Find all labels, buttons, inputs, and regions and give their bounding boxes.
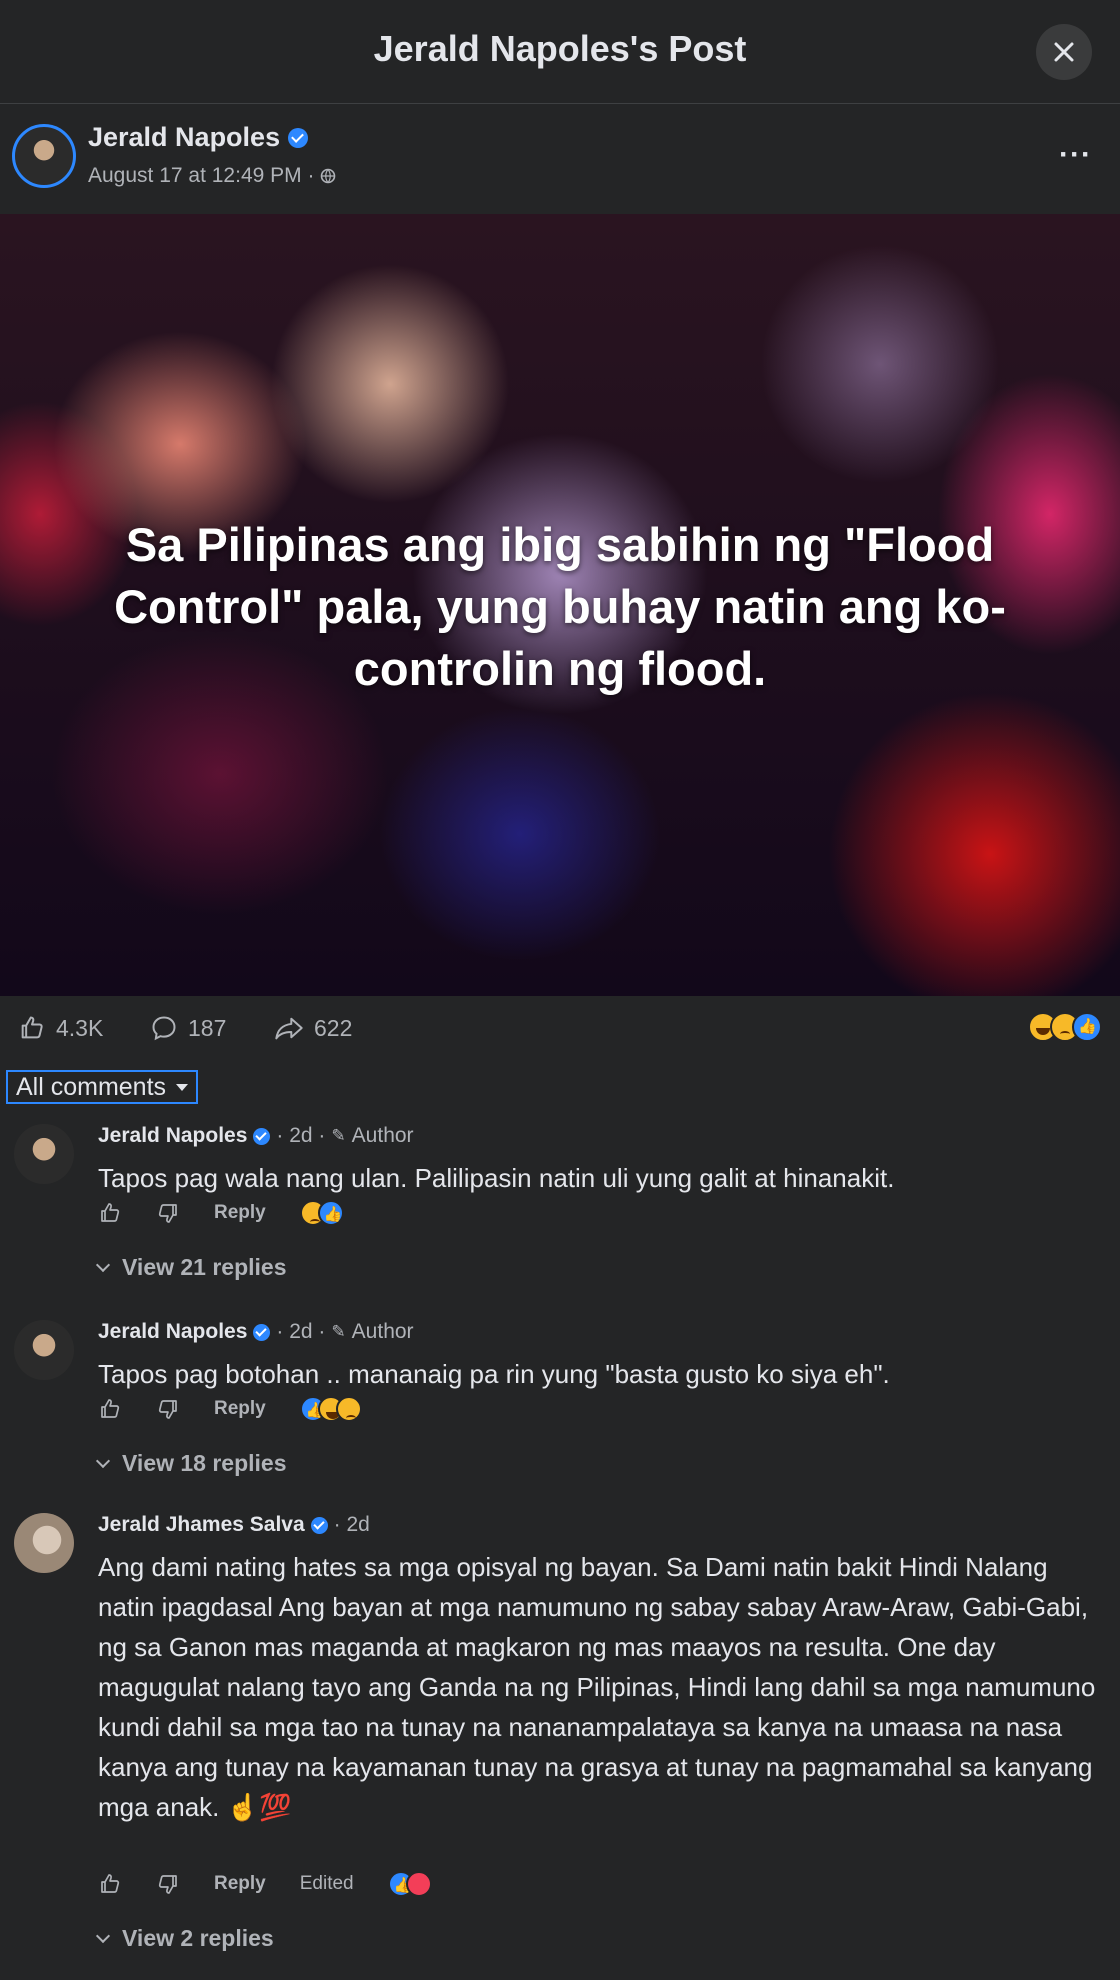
comment-actions: Reply (98, 1200, 378, 1226)
post-timestamp[interactable]: August 17 at 12:49 PM · (88, 164, 314, 188)
comment-filter-label: All comments (16, 1072, 167, 1101)
comment-header: Jerald Napoles · 2d · ✎ Author (98, 1124, 414, 1148)
comment-icon (152, 1016, 176, 1041)
verified-badge-icon (253, 1127, 271, 1145)
view-replies-label: View 18 replies (122, 1450, 287, 1476)
like-icon (101, 1874, 120, 1893)
comment-avatar[interactable] (14, 1320, 74, 1380)
comment-dislike-button[interactable] (156, 1201, 180, 1225)
post-modal: Jerald Napoles's Post Jerald Napoles Aug… (0, 0, 1120, 1980)
commenter-name[interactable]: Jerald Napoles (98, 1124, 247, 1148)
dislike-icon (158, 1204, 177, 1223)
author-badge: Author (351, 1320, 414, 1343)
comment-like-button[interactable] (98, 1201, 122, 1225)
reply-button[interactable]: Reply (214, 1398, 266, 1420)
comment-count-button[interactable]: 187 (150, 1014, 226, 1042)
view-replies-label: View 2 replies (122, 1925, 274, 1951)
share-count-button[interactable]: 622 (274, 1014, 352, 1042)
comment-header: Jerald Jhames Salva · 2d (98, 1513, 370, 1537)
share-count: 622 (314, 1014, 353, 1041)
comment-header: Jerald Napoles · 2d · ✎ Author (98, 1320, 414, 1344)
commenter-name[interactable]: Jerald Napoles (98, 1320, 247, 1344)
care-reaction-icon (405, 1871, 432, 1897)
author-avatar[interactable] (12, 124, 76, 188)
page-title: Jerald Napoles's Post (373, 28, 747, 69)
view-replies-label: View 21 replies (122, 1254, 287, 1280)
commenter-name[interactable]: Jerald Jhames Salva (98, 1513, 305, 1537)
sad-reaction-icon (335, 1396, 362, 1422)
view-replies-button[interactable]: View 21 replies (95, 1254, 287, 1281)
comment-time[interactable]: · 2d (334, 1513, 370, 1537)
post-header: Jerald Napoles August 17 at 12:49 PM · ·… (0, 104, 1120, 214)
verified-badge-icon (253, 1323, 271, 1341)
reaction-summary[interactable] (1028, 1012, 1102, 1042)
chevron-down-icon (95, 1453, 111, 1468)
like-icon (101, 1399, 120, 1418)
like-count: 4.3K (56, 1014, 104, 1041)
comment-item: Jerald Jhames Salva · 2d Ang dami nating… (0, 1513, 1120, 1973)
author-name[interactable]: Jerald Napoles (88, 122, 280, 153)
modal-header: Jerald Napoles's Post (0, 0, 1120, 104)
comment-text: Tapos pag wala nang ulan. Palilipasin na… (98, 1163, 895, 1193)
comment-text: Tapos pag botohan .. mananaig pa rin yun… (98, 1359, 890, 1389)
dislike-icon (158, 1400, 177, 1419)
edited-label[interactable]: Edited (300, 1873, 354, 1895)
comment-reactions[interactable] (387, 1871, 432, 1897)
dislike-icon (158, 1875, 177, 1894)
verified-badge-icon (288, 127, 309, 148)
chevron-down-icon (95, 1928, 111, 1943)
comment-avatar[interactable] (14, 1124, 74, 1184)
comment-time[interactable]: · 2d · (276, 1124, 325, 1148)
comment-reactions[interactable] (299, 1200, 344, 1226)
comment-filter-dropdown[interactable]: All comments (6, 1070, 199, 1104)
post-image-text: Sa Pilipinas ang ibig sabihin ng "Flood … (114, 518, 1006, 696)
like-count-button[interactable]: 4.3K (18, 1014, 103, 1042)
comment-reactions[interactable] (299, 1396, 362, 1422)
verified-badge-icon (310, 1516, 328, 1534)
chevron-down-icon (95, 1257, 111, 1272)
comment-time[interactable]: · 2d · (276, 1320, 325, 1344)
comment-dislike-button[interactable] (156, 1397, 180, 1421)
comment-actions: Reply (98, 1396, 396, 1422)
post-meta: August 17 at 12:49 PM · (88, 164, 336, 188)
author-badge: Author (351, 1124, 414, 1147)
post-stats-bar: 4.3K 187 622 (0, 996, 1120, 1066)
pencil-icon: ✎ (331, 1322, 346, 1341)
comment-count: 187 (188, 1014, 227, 1041)
like-reaction-icon (317, 1200, 344, 1226)
author-name-row: Jerald Napoles (88, 122, 309, 153)
comment-like-button[interactable] (98, 1872, 122, 1896)
like-icon (21, 1016, 43, 1039)
globe-icon (321, 168, 336, 184)
view-replies-button[interactable]: View 18 replies (95, 1450, 287, 1477)
post-image[interactable]: Sa Pilipinas ang ibig sabihin ng "Flood … (0, 214, 1120, 996)
close-button[interactable] (1036, 24, 1092, 80)
comment-item: Jerald Napoles · 2d · ✎ Author Tapos pag… (0, 1320, 1120, 1500)
comment-dislike-button[interactable] (156, 1872, 180, 1896)
more-options-button[interactable]: ··· (1059, 138, 1092, 172)
comment-avatar[interactable] (14, 1513, 74, 1573)
comment-text: Ang dami nating hates sa mga opisyal ng … (98, 1552, 1096, 1822)
caret-down-icon (176, 1083, 189, 1091)
comment-actions: Reply Edited (98, 1871, 466, 1897)
reply-button[interactable]: Reply (214, 1873, 266, 1895)
view-replies-button[interactable]: View 2 replies (95, 1925, 274, 1952)
share-icon (275, 1017, 303, 1040)
like-reaction-icon (1072, 1012, 1102, 1042)
like-icon (101, 1203, 120, 1222)
comment-item: Jerald Napoles · 2d · ✎ Author Tapos pag… (0, 1124, 1120, 1304)
pencil-icon: ✎ (331, 1126, 346, 1145)
comment-like-button[interactable] (98, 1397, 122, 1421)
close-icon (1054, 42, 1074, 62)
reply-button[interactable]: Reply (214, 1202, 266, 1224)
